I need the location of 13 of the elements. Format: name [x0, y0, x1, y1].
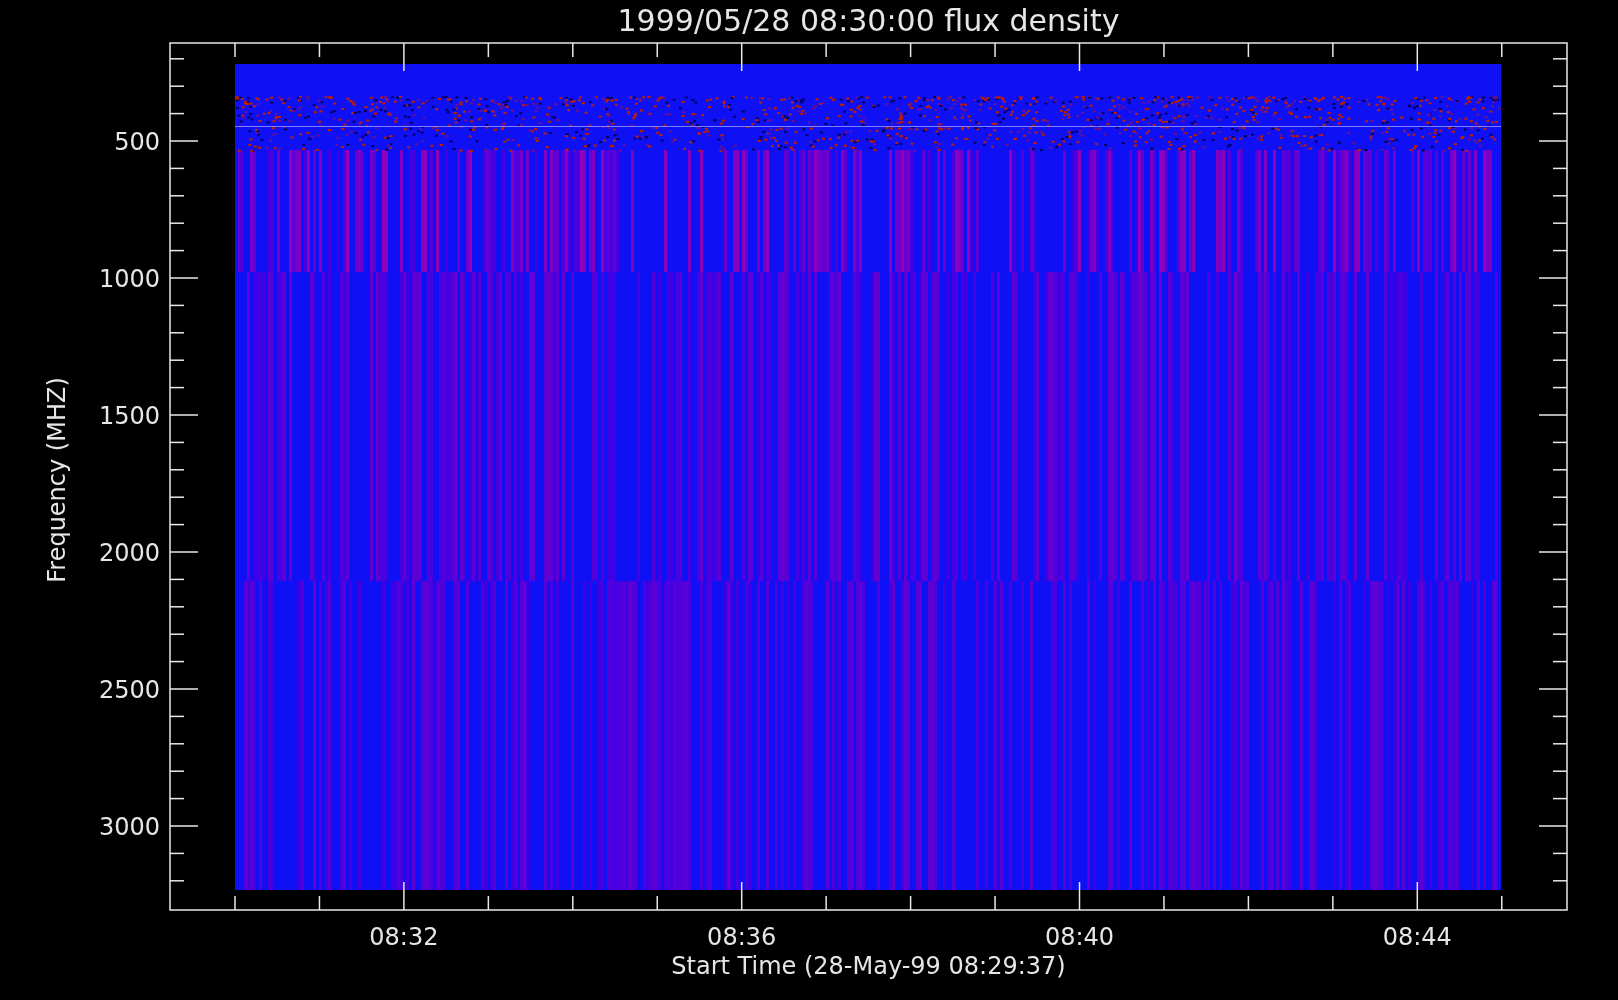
x-tick-label: 08:44: [1382, 923, 1452, 951]
chart-title: 1999/05/28 08:30:00 flux density: [617, 3, 1120, 38]
x-axis-label: Start Time (28-May-99 08:29:37): [671, 952, 1066, 980]
x-tick-label: 08:36: [707, 923, 777, 951]
y-tick-label: 1500: [98, 402, 160, 430]
y-tick-label: 1000: [98, 265, 160, 293]
x-tick-label: 08:40: [1044, 923, 1115, 951]
y-tick-label: 2000: [98, 539, 160, 567]
y-tick-label: 2500: [98, 676, 160, 704]
x-tick-label: 08:32: [369, 923, 439, 951]
y-tick-label: 3000: [98, 813, 160, 841]
y-tick-label: 500: [114, 128, 160, 156]
y-axis-label: Frequency (MHZ): [43, 377, 71, 583]
